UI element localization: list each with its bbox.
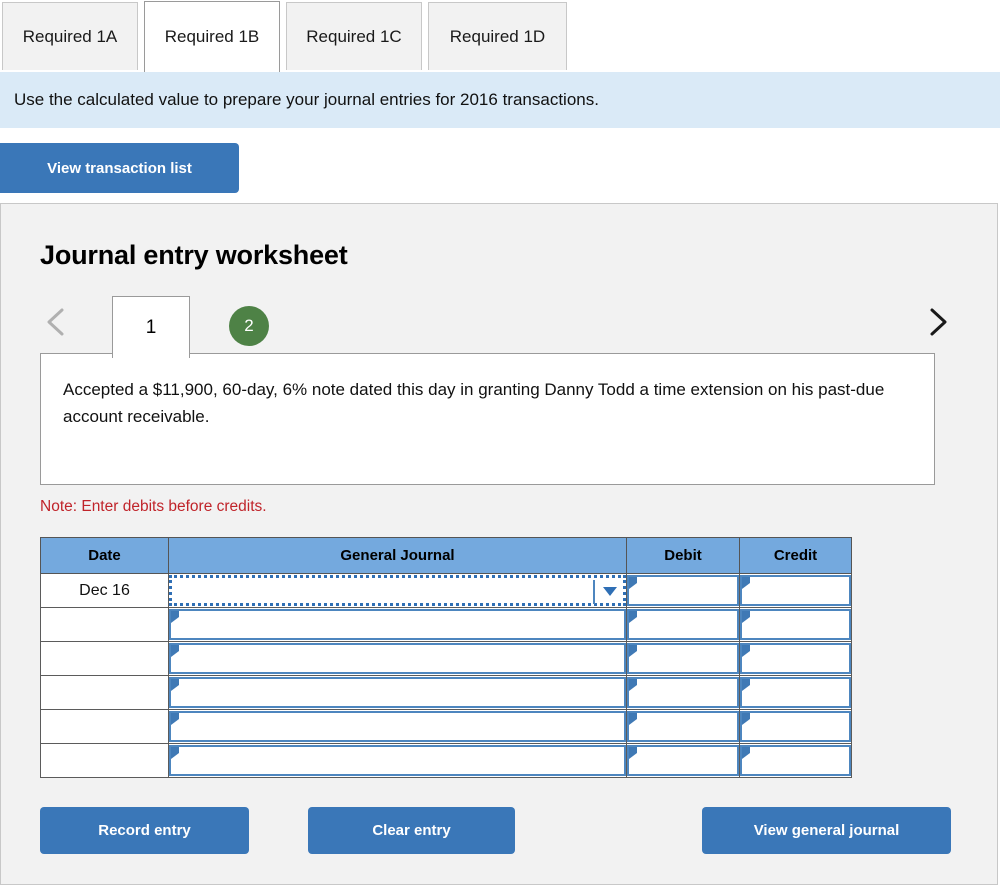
tab-required-1d[interactable]: Required 1D [428, 2, 567, 70]
chevron-left-icon [40, 302, 74, 342]
general-journal-cell[interactable] [168, 607, 627, 642]
debit-input-field[interactable] [627, 643, 739, 674]
credit-cell[interactable] [739, 641, 852, 676]
table-row [40, 607, 852, 642]
general-journal-cell[interactable] [168, 573, 627, 608]
page-number-label: 1 [145, 316, 157, 338]
debit-cell[interactable] [626, 743, 740, 778]
credit-cell[interactable] [739, 607, 852, 642]
table-row: Dec 16 [40, 573, 852, 608]
general-journal-cell[interactable] [168, 709, 627, 744]
view-transaction-list-button[interactable]: View transaction list [0, 143, 239, 193]
button-label: View transaction list [47, 159, 192, 177]
debit-input-field[interactable] [627, 711, 739, 742]
account-select-field[interactable] [169, 745, 626, 776]
transaction-description-text: Accepted a $11,900, 60-day, 6% note date… [63, 380, 885, 426]
chevron-right-icon [921, 302, 955, 342]
date-cell[interactable] [40, 709, 169, 744]
button-label: Clear entry [372, 822, 451, 839]
table-row [40, 743, 852, 778]
account-select-field[interactable] [169, 711, 626, 742]
table-header-row: Date General Journal Debit Credit [40, 537, 852, 574]
button-label: View general journal [753, 822, 900, 839]
debit-cell[interactable] [626, 607, 740, 642]
tab-required-1a[interactable]: Required 1A [2, 2, 138, 70]
account-select-field[interactable] [169, 643, 626, 674]
debit-cell[interactable] [626, 573, 740, 608]
credit-input-field[interactable] [740, 711, 851, 742]
previous-page-button[interactable] [40, 302, 74, 342]
date-cell[interactable] [40, 607, 169, 642]
account-select-field[interactable] [169, 609, 626, 640]
credit-cell[interactable] [739, 573, 852, 608]
credit-input-field[interactable] [740, 609, 851, 640]
credit-cell[interactable] [739, 743, 852, 778]
transaction-description-box: Accepted a $11,900, 60-day, 6% note date… [40, 353, 935, 485]
debit-input-field[interactable] [627, 575, 739, 606]
tab-required-1c[interactable]: Required 1C [286, 2, 422, 70]
debits-before-credits-note: Note: Enter debits before credits. [40, 498, 267, 515]
tab-label: Required 1A [22, 26, 118, 46]
button-label: Record entry [98, 822, 191, 839]
column-header-credit: Credit [739, 537, 852, 574]
date-cell[interactable] [40, 641, 169, 676]
date-cell[interactable] [40, 743, 169, 778]
credit-input-field[interactable] [740, 643, 851, 674]
view-general-journal-button[interactable]: View general journal [702, 807, 951, 854]
instruction-banner: Use the calculated value to prepare your… [0, 72, 1000, 128]
instruction-text: Use the calculated value to prepare your… [14, 90, 599, 109]
requirement-tab-bar: Required 1A Required 1B Required 1C Requ… [0, 0, 1000, 72]
credit-input-field[interactable] [740, 745, 851, 776]
worksheet-pager: 1 2 [1, 294, 999, 358]
worksheet-page-2[interactable]: 2 [229, 306, 269, 346]
page-title: Journal entry worksheet [40, 240, 348, 270]
general-journal-cell[interactable] [168, 641, 627, 676]
date-cell[interactable] [40, 675, 169, 710]
worksheet-page-1[interactable]: 1 [112, 296, 190, 358]
credit-input-field[interactable] [740, 575, 851, 606]
table-row [40, 709, 852, 744]
debit-input-field[interactable] [627, 609, 739, 640]
general-journal-cell[interactable] [168, 743, 627, 778]
journal-entry-worksheet-panel: Journal entry worksheet 1 2 Accepted a $… [0, 203, 998, 885]
table-row [40, 641, 852, 676]
credit-cell[interactable] [739, 709, 852, 744]
debit-input-field[interactable] [627, 745, 739, 776]
column-header-general-journal: General Journal [168, 537, 627, 574]
journal-entry-table: Date General Journal Debit Credit Dec 16 [40, 537, 852, 778]
credit-cell[interactable] [739, 675, 852, 710]
column-header-date: Date [40, 537, 169, 574]
account-select-field[interactable] [169, 575, 626, 606]
column-header-debit: Debit [626, 537, 740, 574]
general-journal-cell[interactable] [168, 675, 627, 710]
debit-cell[interactable] [626, 709, 740, 744]
tab-label: Required 1D [449, 26, 546, 46]
date-cell[interactable]: Dec 16 [40, 573, 169, 608]
chevron-down-icon[interactable] [593, 578, 619, 605]
tab-required-1b[interactable]: Required 1B [144, 1, 280, 72]
next-page-button[interactable] [921, 302, 955, 342]
page-number-label: 2 [244, 316, 254, 335]
clear-entry-button[interactable]: Clear entry [308, 807, 515, 854]
tab-label: Required 1B [164, 27, 260, 46]
debit-cell[interactable] [626, 641, 740, 676]
debit-input-field[interactable] [627, 677, 739, 708]
credit-input-field[interactable] [740, 677, 851, 708]
table-row [40, 675, 852, 710]
debit-cell[interactable] [626, 675, 740, 710]
account-select-field[interactable] [169, 677, 626, 708]
tab-label: Required 1C [306, 26, 402, 46]
record-entry-button[interactable]: Record entry [40, 807, 249, 854]
